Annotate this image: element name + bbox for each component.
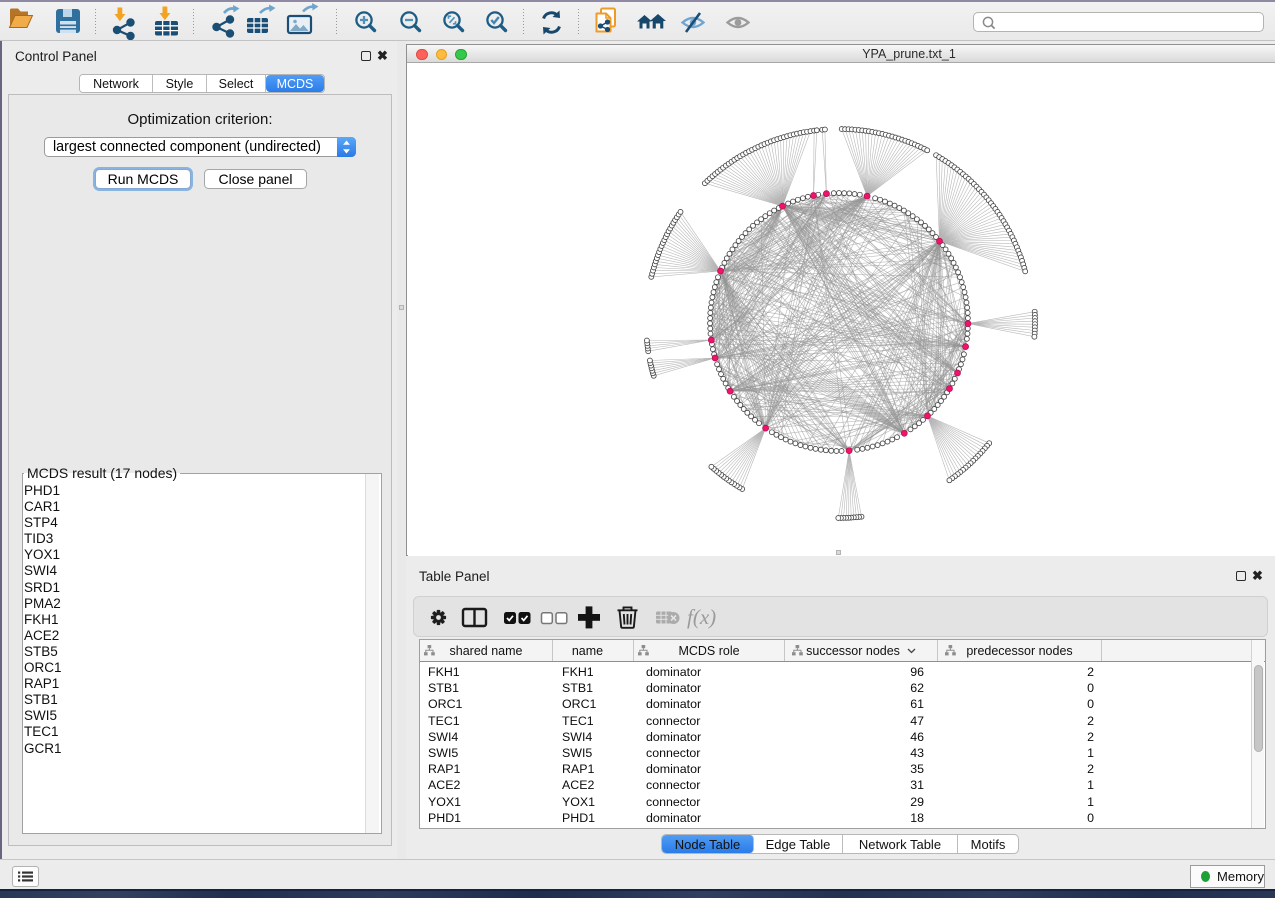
svg-text:f(x): f(x) <box>687 605 716 629</box>
